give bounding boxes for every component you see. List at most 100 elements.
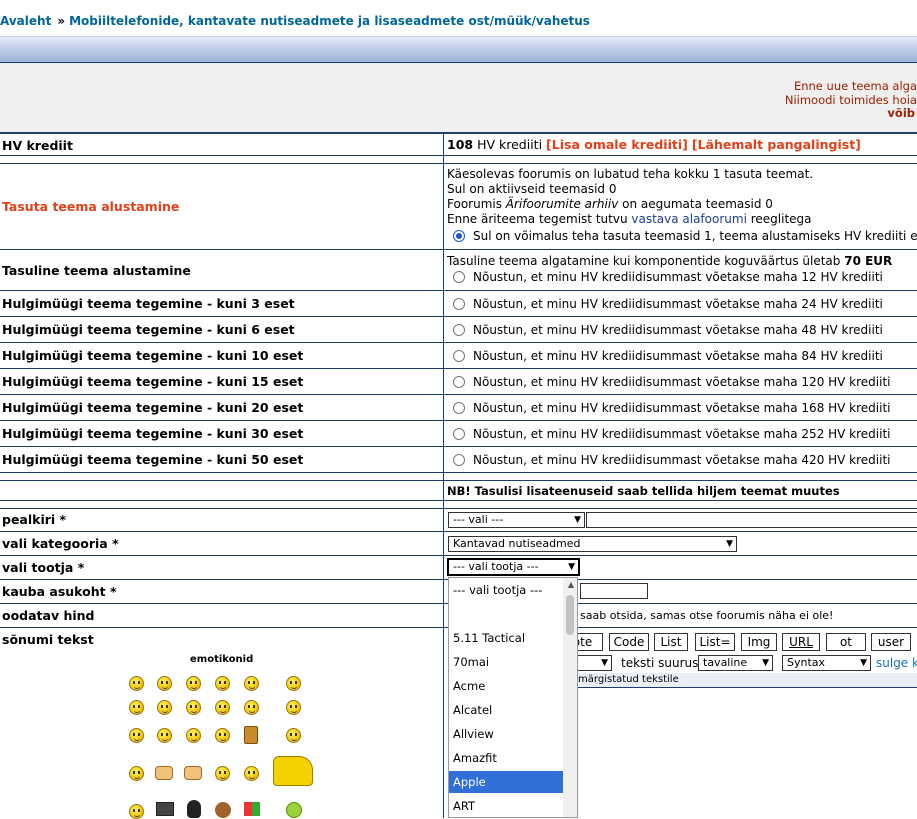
frown-icon[interactable]: [186, 676, 201, 691]
exclaim-icon[interactable]: [129, 766, 144, 781]
maker-option[interactable]: Acme: [449, 675, 564, 697]
notice-line-2: Niimoodi toimides hoia: [784, 93, 917, 107]
emoticons-title: emotikonid: [190, 654, 254, 665]
bulk-radio[interactable]: [453, 402, 465, 414]
message-textarea[interactable]: [563, 688, 917, 818]
title-prefix-select[interactable]: --- vali --- ▼: [448, 512, 585, 528]
cool-icon[interactable]: [286, 676, 301, 691]
title-input[interactable]: [586, 512, 917, 528]
windows-icon[interactable]: [244, 802, 260, 816]
breadcrumb-home-link[interactable]: Avaleht: [0, 14, 51, 28]
list-numbered-button[interactable]: List=: [695, 633, 735, 651]
beer-icon[interactable]: [244, 726, 258, 744]
scrollbar-thumb[interactable]: [566, 595, 574, 635]
quote-user-button[interactable]: ot: [826, 633, 866, 651]
maker-option[interactable]: 5.11 Tactical: [449, 627, 564, 649]
monkey-icon[interactable]: [215, 802, 231, 818]
free-topic-radio[interactable]: [453, 230, 465, 242]
close-tags-link[interactable]: sulge k: [876, 656, 917, 670]
bulk-radio[interactable]: [453, 350, 465, 362]
bulk-radio[interactable]: [453, 376, 465, 388]
img-button[interactable]: Img: [741, 633, 777, 651]
bulk-radio-label: Nõustun, et minu HV krediidisummast võet…: [473, 375, 891, 389]
chevron-down-icon: ▼: [726, 539, 733, 549]
smile-icon[interactable]: [244, 700, 259, 715]
free-topic-radio-label: Sul on võimalus teha tasuta teemasid 1, …: [473, 229, 917, 243]
thumbs-up-icon[interactable]: [155, 766, 173, 780]
category-select[interactable]: Kantavad nutiseadmed ▼: [448, 536, 737, 552]
credit-amount: 108: [447, 137, 474, 152]
maker-option[interactable]: 70mai: [449, 651, 564, 673]
grin-icon[interactable]: [157, 700, 172, 715]
free-topic-line-3: Foorumis Ärifoorumite arhiiv on aegumata…: [447, 197, 773, 211]
bulk-radio-label: Nõustun, et minu HV krediidisummast võet…: [473, 349, 883, 363]
spacer-row: [0, 501, 917, 509]
green-icon[interactable]: [286, 802, 302, 818]
bank-link[interactable]: [Lähemalt pangalingist]: [692, 137, 861, 152]
bulk-radio[interactable]: [453, 454, 465, 466]
dropdown-scrollbar[interactable]: ▲: [563, 578, 577, 817]
location-label: kauba asukoht *: [2, 584, 117, 599]
paid-topic-info: Tasuline teema algatamine kui komponenti…: [447, 254, 845, 268]
text-size-select[interactable]: tavaline ▼: [698, 655, 773, 671]
subforum-rules-link[interactable]: vastava alafoorumi: [631, 212, 747, 226]
archive-forum-name: Ärifoorumite arhiiv: [505, 197, 619, 211]
bulk-row: Hulgimüügi teema tegemine - kuni 15 eset…: [0, 369, 917, 395]
thumbs-down-icon[interactable]: [184, 766, 202, 780]
idea-icon[interactable]: [244, 766, 259, 781]
maker-option[interactable]: Alcatel: [449, 699, 564, 721]
smile-icon[interactable]: [244, 676, 259, 691]
tongue-icon[interactable]: [186, 700, 201, 715]
eek-icon[interactable]: [157, 728, 172, 743]
grin-icon[interactable]: [129, 700, 144, 715]
bulk-radio[interactable]: [453, 428, 465, 440]
free-topic-label: Tasuta teema alustamine: [2, 199, 180, 214]
spacer-row: [0, 473, 917, 481]
free-topic-line-4: Enne äriteema tegemist tutvu vastava ala…: [447, 212, 812, 226]
sleepy-icon[interactable]: [129, 804, 144, 819]
bulk-radio[interactable]: [453, 298, 465, 310]
editor-hint: ti, märgistatud tekstile: [563, 673, 917, 688]
smile-icon[interactable]: [186, 728, 201, 743]
user-button[interactable]: user: [871, 633, 911, 651]
evil-icon[interactable]: [129, 728, 144, 743]
bulk-label: Hulgimüügi teema tegemine - kuni 3 eset: [2, 296, 295, 311]
code-button[interactable]: Code: [609, 633, 649, 651]
paid-topic-radio[interactable]: [453, 271, 465, 283]
list-button[interactable]: List: [654, 633, 688, 651]
maker-option[interactable]: --- vali tootja ---: [449, 579, 564, 601]
scroll-up-icon[interactable]: ▲: [568, 580, 574, 589]
question-icon[interactable]: [286, 728, 301, 743]
chevron-down-icon: ▼: [860, 658, 867, 668]
bulk-radio-label: Nõustun, et minu HV krediidisummast võet…: [473, 297, 883, 311]
bulk-row: Hulgimüügi teema tegemine - kuni 50 eset…: [0, 447, 917, 473]
digger-icon[interactable]: [273, 756, 313, 786]
sad-icon[interactable]: [286, 700, 301, 715]
maker-option[interactable]: Allview: [449, 723, 564, 745]
location-input[interactable]: [580, 583, 648, 599]
price-note: saab otsida, samas otse foorumis näha ei…: [580, 609, 834, 622]
grin-icon[interactable]: [157, 676, 172, 691]
computer-icon[interactable]: [156, 802, 174, 816]
maker-select[interactable]: --- vali tootja --- ▼: [447, 558, 580, 576]
grin-icon[interactable]: [129, 676, 144, 691]
maker-option[interactable]: ART: [449, 795, 564, 817]
arrow-icon[interactable]: [215, 766, 230, 781]
breadcrumb-current-link[interactable]: Mobiiltelefonide, kantavate nutiseadmete…: [69, 14, 590, 28]
bulk-label: Hulgimüügi teema tegemine - kuni 15 eset: [2, 374, 304, 389]
price-label: oodatav hind: [2, 608, 95, 623]
url-button[interactable]: URL: [782, 633, 820, 651]
confused-icon[interactable]: [215, 676, 230, 691]
syntax-select[interactable]: Syntax ▼: [782, 655, 871, 671]
message-label: sõnumi tekst: [2, 632, 94, 647]
maker-dropdown-list[interactable]: --- vali tootja --- 5.11 Tactical 70mai …: [448, 577, 578, 818]
neutral-icon[interactable]: [215, 728, 230, 743]
maker-option-highlighted[interactable]: Apple: [449, 771, 564, 793]
maker-option[interactable]: Amazfit: [449, 747, 564, 769]
add-credit-link[interactable]: [Lisa omale krediiti]: [546, 137, 688, 152]
breadcrumb: Avaleht » Mobiiltelefonide, kantavate nuti…: [0, 14, 590, 28]
laugh-icon[interactable]: [215, 700, 230, 715]
bulk-radio[interactable]: [453, 324, 465, 336]
penguin-icon[interactable]: [187, 800, 201, 818]
maker-label: vali tootja *: [2, 560, 85, 575]
